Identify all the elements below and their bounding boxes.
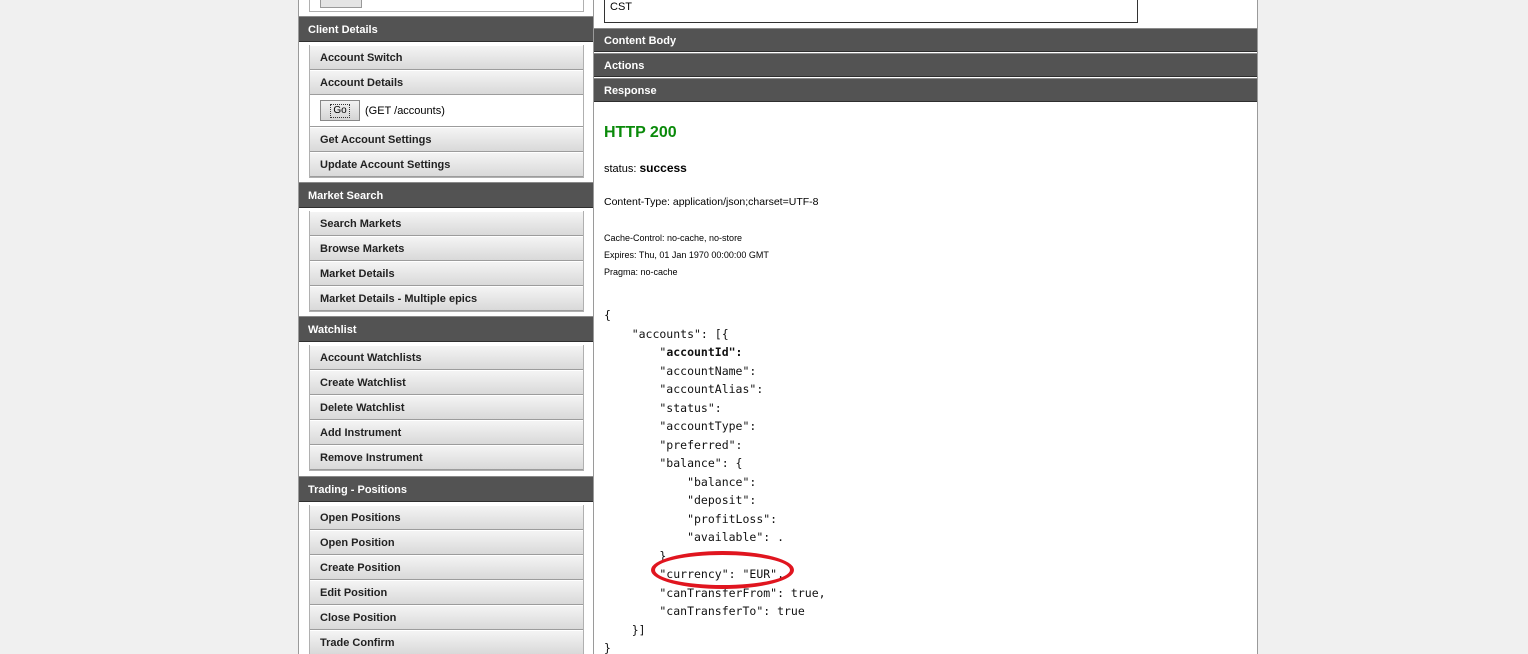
endpoint-label: (GET /accounts) (365, 104, 445, 117)
menu-item-account-switch[interactable]: Account Switch (310, 45, 583, 70)
header-cache-control: Cache-Control: no-cache, no-store (604, 233, 743, 243)
status-value: success (639, 161, 687, 175)
section-header-actions[interactable]: Actions (594, 53, 1257, 77)
menu-item-market-details[interactable]: Market Details (310, 261, 583, 286)
json-line: "balance": (604, 474, 757, 489)
menu-item-remove-instrument[interactable]: Remove Instrument (310, 445, 583, 470)
menu-item-add-instrument[interactable]: Add Instrument (310, 420, 583, 445)
menu-item-open-position[interactable]: Open Position (310, 530, 583, 555)
response-status: status: success (604, 161, 687, 175)
stub-button[interactable] (320, 0, 362, 8)
json-line: "accountName": (604, 363, 757, 378)
section-header-market-search[interactable]: Market Search (299, 182, 593, 208)
menu-item-edit-position[interactable]: Edit Position (310, 580, 583, 605)
menu-item-delete-watchlist[interactable]: Delete Watchlist (310, 395, 583, 420)
json-line: "canTransferTo": true (604, 604, 805, 618)
menu-item-open-positions[interactable]: Open Positions (310, 505, 583, 530)
json-line: } (604, 641, 611, 654)
menu-item-browse-markets[interactable]: Browse Markets (310, 236, 583, 261)
request-response-panel: CST Content Body Actions Response HTTP 2… (594, 0, 1258, 654)
json-line: "profitLoss": (604, 511, 778, 526)
section-watchlist: Account Watchlists Create Watchlist Dele… (309, 345, 584, 471)
collapsed-section-stub (309, 0, 584, 12)
json-line: "accounts": [{ (604, 326, 729, 341)
content-type-header: Content-Type: application/json;charset=U… (604, 196, 819, 208)
menu-item-account-details[interactable]: Account Details (310, 70, 583, 95)
response-json-body: { "accounts": [{ "accountId": "accountNa… (604, 306, 826, 654)
cst-header-field[interactable]: CST (604, 0, 1138, 23)
json-line: "preferred": (604, 437, 743, 452)
json-line: }] (604, 622, 646, 637)
api-menu-panel: Client Details Account Switch Account De… (298, 0, 594, 654)
menu-item-trade-confirm[interactable]: Trade Confirm (310, 630, 583, 654)
json-line: "deposit": (604, 493, 757, 507)
section-header-response[interactable]: Response (594, 78, 1257, 102)
header-pragma: Pragma: no-cache (604, 267, 678, 277)
json-line: "accountId": (604, 345, 743, 359)
json-line: } (604, 548, 667, 563)
menu-item-account-watchlists[interactable]: Account Watchlists (310, 345, 583, 370)
json-line: "canTransferFrom": true, (604, 585, 826, 600)
json-line: "status": (604, 400, 722, 415)
json-line: "balance": { (604, 456, 743, 470)
go-button[interactable]: Go (320, 100, 360, 121)
menu-item-create-watchlist[interactable]: Create Watchlist (310, 370, 583, 395)
json-line: "accountType": (604, 419, 757, 433)
header-expires: Expires: Thu, 01 Jan 1970 00:00:00 GMT (604, 250, 769, 260)
go-button-label: Go (330, 103, 350, 118)
json-line: "available": . (604, 530, 785, 544)
section-header-watchlist[interactable]: Watchlist (299, 316, 593, 342)
menu-item-get-account-settings[interactable]: Get Account Settings (310, 127, 583, 152)
http-status-code: HTTP 200 (604, 124, 677, 141)
menu-item-close-position[interactable]: Close Position (310, 605, 583, 630)
section-client-details: Account Switch Account Details Go (GET /… (309, 45, 584, 178)
section-market-search: Search Markets Browse Markets Market Det… (309, 211, 584, 312)
section-trading-positions: Open Positions Open Position Create Posi… (309, 505, 584, 654)
section-header-trading-positions[interactable]: Trading - Positions (299, 476, 593, 502)
json-line: { (604, 308, 611, 322)
menu-item-create-position[interactable]: Create Position (310, 555, 583, 580)
menu-item-market-details-multiple-epics[interactable]: Market Details - Multiple epics (310, 286, 583, 311)
response-headers: Cache-Control: no-cache, no-store Expire… (604, 230, 769, 281)
status-label: status: (604, 163, 637, 175)
section-header-client-details[interactable]: Client Details (299, 16, 593, 42)
account-details-request: Go (GET /accounts) (310, 95, 583, 127)
menu-item-update-account-settings[interactable]: Update Account Settings (310, 152, 583, 177)
json-line: "currency": "EUR", (604, 567, 785, 581)
section-header-content-body[interactable]: Content Body (594, 28, 1257, 52)
menu-item-search-markets[interactable]: Search Markets (310, 211, 583, 236)
json-line: "accountAlias": (604, 382, 764, 396)
